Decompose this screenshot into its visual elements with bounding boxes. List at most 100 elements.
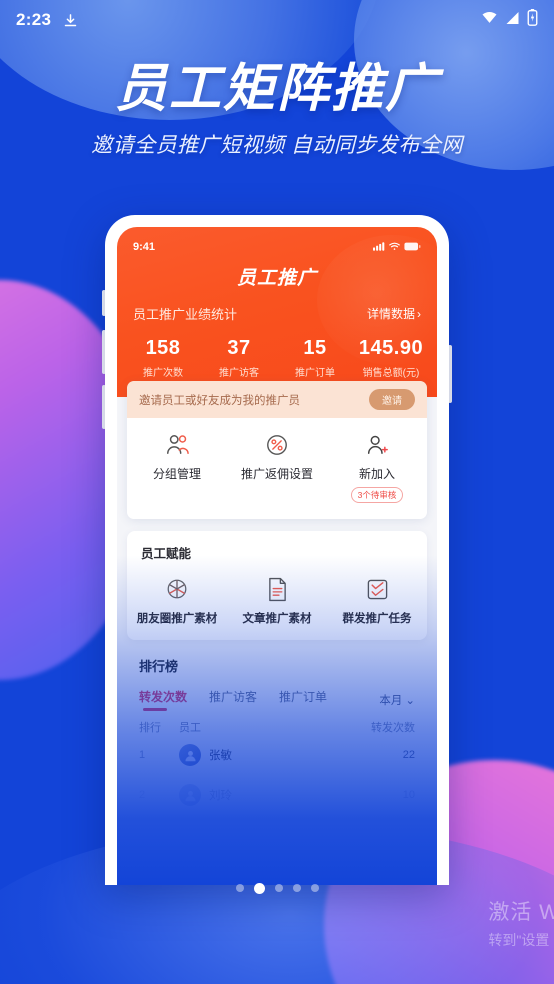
pagination-dot-active[interactable] xyxy=(253,882,265,894)
stat-cell: 145.90 销售总额(元) xyxy=(353,337,429,379)
enablement-item-mass-task[interactable]: 群发推广任务 xyxy=(327,576,427,626)
tab-promotion-orders[interactable]: 推广订单 xyxy=(279,688,327,711)
app-screen-title: 员工推广 xyxy=(236,268,317,289)
stat-label: 推广次数 xyxy=(143,368,183,379)
invite-banner: 邀请员工或好友成为我的推广员 邀请 xyxy=(127,381,427,418)
hero-section: 员工矩阵推广 邀请全员推广短视频 自动同步发布全网 xyxy=(0,62,554,159)
group-users-icon xyxy=(127,432,227,458)
avatar xyxy=(179,744,201,766)
column-header-rank: 排行 xyxy=(139,722,161,734)
invite-banner-text: 邀请员工或好友成为我的推广员 xyxy=(139,394,300,407)
enablement-label: 朋友圈推广素材 xyxy=(136,613,218,625)
pagination-dot[interactable] xyxy=(292,884,301,892)
stat-value: 145.90 xyxy=(358,337,424,359)
user-plus-icon xyxy=(327,432,427,458)
invite-card-wrapper: 邀请员工或好友成为我的推广员 邀请 分组管理 推广返佣设置 新加入 3个待审核 xyxy=(117,381,437,519)
document-icon xyxy=(227,576,327,602)
tab-forward-count[interactable]: 转发次数 xyxy=(139,688,187,711)
pagination-dots xyxy=(0,882,554,894)
watermark-line-2: 转到"设置 xyxy=(488,932,550,948)
system-status-bar: 2:23 xyxy=(0,0,554,40)
invite-actions-card: 邀请员工或好友成为我的推广员 邀请 分组管理 推广返佣设置 新加入 3个待审核 xyxy=(127,381,427,519)
stats-header: 员工推广业绩统计 详情数据 › xyxy=(117,304,437,323)
tab-promotion-visitors[interactable]: 推广访客 xyxy=(209,688,257,711)
action-label: 推广返佣设置 xyxy=(240,467,313,481)
wifi-icon xyxy=(389,238,400,256)
cellular-signal-icon xyxy=(505,11,520,30)
quick-actions-row: 分组管理 推广返佣设置 新加入 3个待审核 xyxy=(127,418,427,519)
phone-screen: 9:41 员工推广 员工推广业绩统计 详情数据 › 158 推广次数 37 推广… xyxy=(117,227,437,885)
stat-cell: 158 推广次数 xyxy=(125,337,201,379)
pending-review-badge: 3个待审核 xyxy=(350,487,404,503)
table-row[interactable]: 1 张敏 22 xyxy=(131,735,423,775)
status-bar-time: 2:23 xyxy=(16,10,52,29)
enablement-title: 员工赋能 xyxy=(141,547,192,561)
row-value: 22 xyxy=(402,749,415,761)
column-header-value: 转发次数 xyxy=(371,722,415,734)
enablement-items-row: 朋友圈推广素材 文章推广素材 群发推广任务 xyxy=(127,576,427,626)
stat-cell: 15 推广订单 xyxy=(277,337,353,379)
stat-value: 15 xyxy=(303,337,327,359)
stat-label: 销售总额(元) xyxy=(362,368,420,379)
windows-activation-watermark: 激活 W 转到"设置 xyxy=(488,896,554,950)
pagination-dot[interactable] xyxy=(235,884,244,892)
table-row[interactable]: 2 刘玲 10 xyxy=(131,775,423,815)
stats-header-label: 员工推广业绩统计 xyxy=(133,307,238,322)
enablement-label: 文章推广素材 xyxy=(242,613,312,625)
row-employee: 张敏 xyxy=(179,744,403,766)
pagination-dot[interactable] xyxy=(310,884,319,892)
stat-value: 37 xyxy=(227,337,251,359)
phone-mockup: 9:41 员工推广 员工推广业绩统计 详情数据 › 158 推广次数 37 推广… xyxy=(102,215,452,885)
status-bar-indicators xyxy=(481,9,538,31)
action-group-management[interactable]: 分组管理 xyxy=(127,432,227,503)
action-new-join[interactable]: 新加入 3个待审核 xyxy=(327,432,427,503)
row-rank: 2 xyxy=(139,789,146,801)
period-selector[interactable]: 本月 ⌄ xyxy=(379,692,415,708)
pagination-dot[interactable] xyxy=(274,884,283,892)
app-status-bar-time: 9:41 xyxy=(133,241,156,253)
download-icon xyxy=(63,13,78,28)
action-label: 新加入 xyxy=(358,467,395,481)
enablement-card: 员工赋能 朋友圈推广素材 文章推广素材 群发推广任务 xyxy=(127,531,427,640)
cellular-signal-icon xyxy=(373,238,385,256)
battery-icon xyxy=(527,9,538,31)
enablement-label: 群发推广任务 xyxy=(342,613,412,625)
stat-cell: 37 推广访客 xyxy=(201,337,277,379)
avatar xyxy=(179,784,201,806)
battery-icon xyxy=(404,238,421,256)
page-title: 员工矩阵推广 xyxy=(114,59,439,119)
app-status-bar: 9:41 xyxy=(117,237,437,257)
stat-label: 推广订单 xyxy=(295,368,335,379)
row-employee-name: 张敏 xyxy=(209,750,232,762)
percent-circle-icon xyxy=(227,432,327,458)
ranking-section: 排行榜 转发次数 推广访客 推广订单 本月 ⌄ 排行 员工 转发次数 1 张敏 … xyxy=(127,656,427,815)
watermark-line-1: 激活 W xyxy=(488,901,554,924)
enablement-item-moments-material[interactable]: 朋友圈推广素材 xyxy=(127,576,227,626)
ranking-column-headers: 排行 员工 转发次数 xyxy=(131,711,423,735)
detail-data-link[interactable]: 详情数据 › xyxy=(367,305,421,322)
wifi-icon xyxy=(481,11,498,30)
ranking-tabs: 转发次数 推广访客 推广订单 本月 ⌄ xyxy=(131,688,423,711)
detail-data-label: 详情数据 xyxy=(366,307,415,321)
app-status-bar-indicators xyxy=(373,238,421,256)
action-commission-settings[interactable]: 推广返佣设置 xyxy=(227,432,327,503)
ranking-title: 排行榜 xyxy=(139,659,179,674)
phone-frame: 9:41 员工推广 员工推广业绩统计 详情数据 › 158 推广次数 37 推广… xyxy=(105,215,449,885)
chevron-down-icon: ⌄ xyxy=(405,694,415,707)
camera-shutter-icon xyxy=(127,576,227,602)
action-label: 分组管理 xyxy=(152,467,201,481)
app-header: 9:41 员工推广 员工推广业绩统计 详情数据 › 158 推广次数 37 推广… xyxy=(117,227,437,397)
checklist-icon xyxy=(327,576,427,602)
row-employee: 刘玲 xyxy=(179,784,403,806)
page-subtitle: 邀请全员推广短视频 自动同步发布全网 xyxy=(91,133,463,157)
stat-value: 158 xyxy=(145,337,181,359)
row-value: 10 xyxy=(402,789,415,801)
period-label: 本月 xyxy=(379,694,403,707)
column-header-employee: 员工 xyxy=(179,722,201,734)
enablement-item-article-material[interactable]: 文章推广素材 xyxy=(227,576,327,626)
stat-label: 推广访客 xyxy=(219,368,259,379)
row-employee-name: 刘玲 xyxy=(209,790,232,802)
chevron-right-icon: › xyxy=(417,306,421,321)
row-rank: 1 xyxy=(139,749,146,761)
invite-button[interactable]: 邀请 xyxy=(369,389,415,410)
